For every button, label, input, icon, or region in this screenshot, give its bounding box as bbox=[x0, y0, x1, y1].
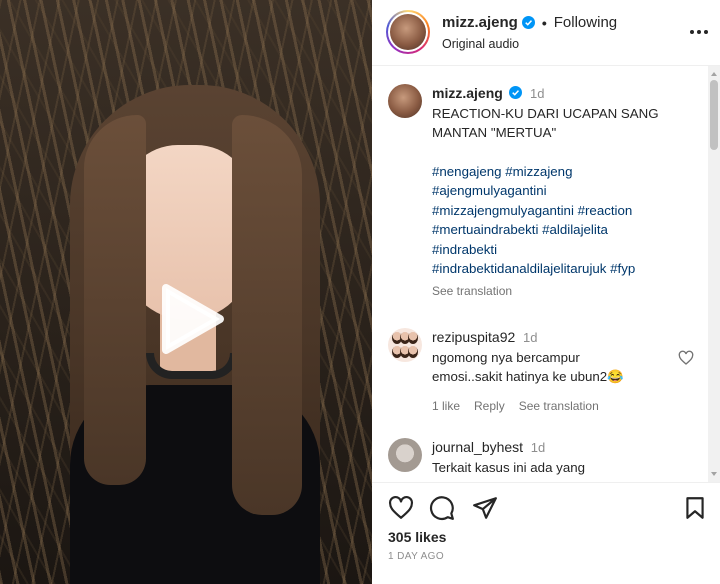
hashtag-line[interactable]: #indrabekti bbox=[432, 240, 700, 260]
reply-button[interactable]: Reply bbox=[474, 397, 505, 417]
caption-line: REACTION-KU DARI UCAPAN SANG bbox=[432, 105, 659, 121]
separator-dot: • bbox=[541, 14, 547, 31]
more-options-icon[interactable] bbox=[688, 22, 710, 42]
comment-like-count[interactable]: 1 like bbox=[432, 397, 460, 417]
scroll-down-icon[interactable] bbox=[710, 470, 718, 478]
commenter-avatar[interactable] bbox=[388, 328, 422, 362]
author-avatar[interactable] bbox=[386, 10, 430, 54]
following-button[interactable]: Following bbox=[554, 14, 617, 31]
author-username[interactable]: mizz.ajeng bbox=[442, 14, 518, 31]
hashtag-line[interactable]: #mizzajengmulyagantini #reaction bbox=[432, 201, 700, 221]
caption-line: MANTAN "MERTUA" bbox=[432, 125, 557, 140]
comment-time: 1d bbox=[522, 330, 538, 345]
scroll-up-icon[interactable] bbox=[710, 70, 718, 78]
see-translation-link[interactable]: See translation bbox=[519, 397, 599, 417]
post-header: mizz.ajeng • Following Original audio bbox=[372, 0, 720, 66]
caption-avatar[interactable] bbox=[388, 84, 422, 118]
scrollbar[interactable] bbox=[708, 66, 720, 482]
scrollbar-thumb[interactable] bbox=[710, 80, 718, 150]
video-player[interactable] bbox=[0, 0, 372, 584]
comment-text: ngomong nya bercampur bbox=[432, 349, 580, 365]
heart-icon[interactable] bbox=[388, 495, 414, 521]
hashtag-list: #nengajeng #mizzajeng #ajengmulyagantini… bbox=[432, 162, 700, 279]
author-line: mizz.ajeng • Following bbox=[442, 14, 617, 31]
post-actions: 305 likes 1 DAY AGO bbox=[372, 482, 720, 584]
hashtag-line[interactable]: #nengajeng #mizzajeng bbox=[432, 162, 700, 182]
comments-scroll-area[interactable]: mizz.ajeng 1d REACTION-KU DARI UCAPAN SA… bbox=[372, 66, 720, 482]
verified-badge-icon bbox=[509, 86, 523, 99]
hashtag-line[interactable]: #mertuaindrabekti #aldilajelita bbox=[432, 220, 700, 240]
play-icon[interactable] bbox=[156, 282, 226, 356]
post-timestamp: 1 DAY AGO bbox=[388, 551, 445, 562]
commenter-avatar[interactable] bbox=[388, 438, 422, 472]
comment-text: emosi..sakit hatinya ke ubun2😂 bbox=[432, 369, 624, 384]
see-translation-link[interactable]: See translation bbox=[432, 282, 700, 302]
verified-badge-icon bbox=[521, 16, 535, 29]
caption-username[interactable]: mizz.ajeng bbox=[432, 85, 503, 101]
comment-text: Terkait kasus ini ada yang bbox=[432, 459, 585, 475]
caption-time: 1d bbox=[530, 86, 545, 101]
paper-plane-icon[interactable] bbox=[472, 495, 498, 521]
hashtag-line[interactable]: #ajengmulyagantini bbox=[432, 181, 700, 201]
comment-heart-icon[interactable] bbox=[678, 350, 694, 366]
comment-actions: 1 like Reply See translation bbox=[432, 397, 672, 417]
hashtag-line[interactable]: #indrabektidanaldilajelitarujuk #fyp bbox=[432, 259, 700, 279]
comment-username[interactable]: rezipuspita92 bbox=[432, 329, 515, 345]
post-side-panel: mizz.ajeng • Following Original audio mi… bbox=[372, 0, 720, 584]
comment-time: 1d bbox=[530, 440, 546, 455]
audio-link[interactable]: Original audio bbox=[442, 37, 519, 51]
comment-icon[interactable] bbox=[429, 495, 455, 521]
bookmark-icon[interactable] bbox=[682, 495, 708, 521]
comment-username[interactable]: journal_byhest bbox=[432, 439, 523, 455]
like-count[interactable]: 305 likes bbox=[388, 529, 446, 545]
